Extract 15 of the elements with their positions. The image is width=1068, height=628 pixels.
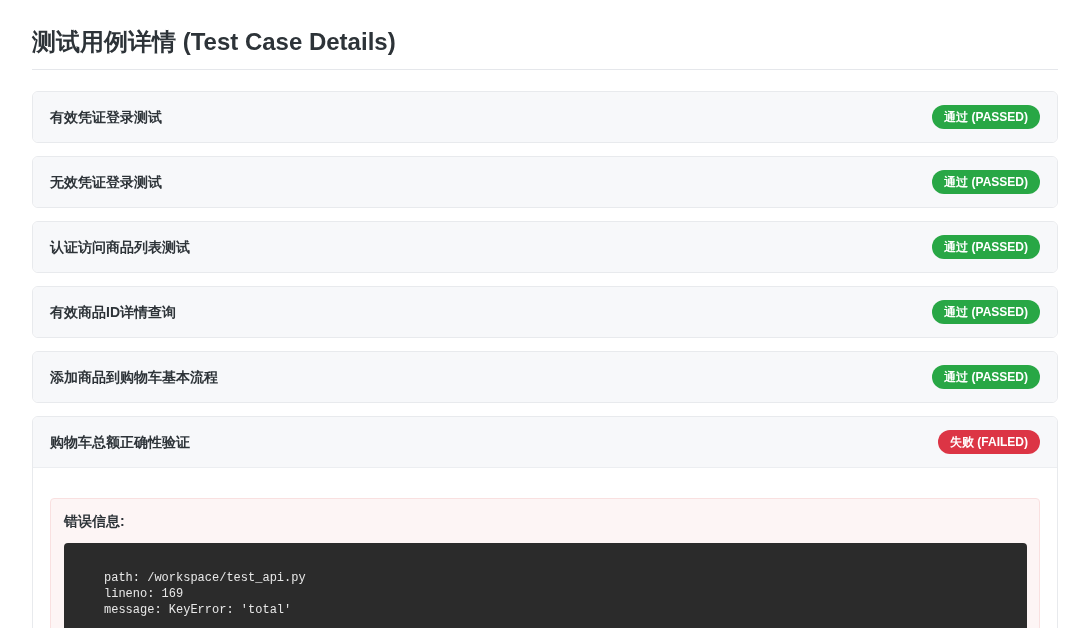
test-case-name: 有效凭证登录测试 [50,107,162,127]
test-case-name: 认证访问商品列表测试 [50,237,190,257]
test-case-name: 购物车总额正确性验证 [50,432,190,452]
error-label: 错误信息: [64,512,126,530]
status-badge: 通过 (PASSED) [932,235,1040,259]
status-badge: 通过 (PASSED) [932,170,1040,194]
test-case-name: 添加商品到购物车基本流程 [50,367,218,387]
status-badge: 失败 (FAILED) [938,430,1040,454]
error-code-block: path: /workspace/test_api.py lineno: 169 message: KeyError: 'total' [64,543,1027,628]
status-badge: 通过 (PASSED) [932,365,1040,389]
test-case-name: 有效商品ID详情查询 [50,302,176,322]
page-title: 测试用例详情 (Test Case Details) [32,27,396,57]
test-case-name: 无效凭证登录测试 [50,172,162,192]
status-badge: 通过 (PASSED) [932,300,1040,324]
status-badge: 通过 (PASSED) [932,105,1040,129]
